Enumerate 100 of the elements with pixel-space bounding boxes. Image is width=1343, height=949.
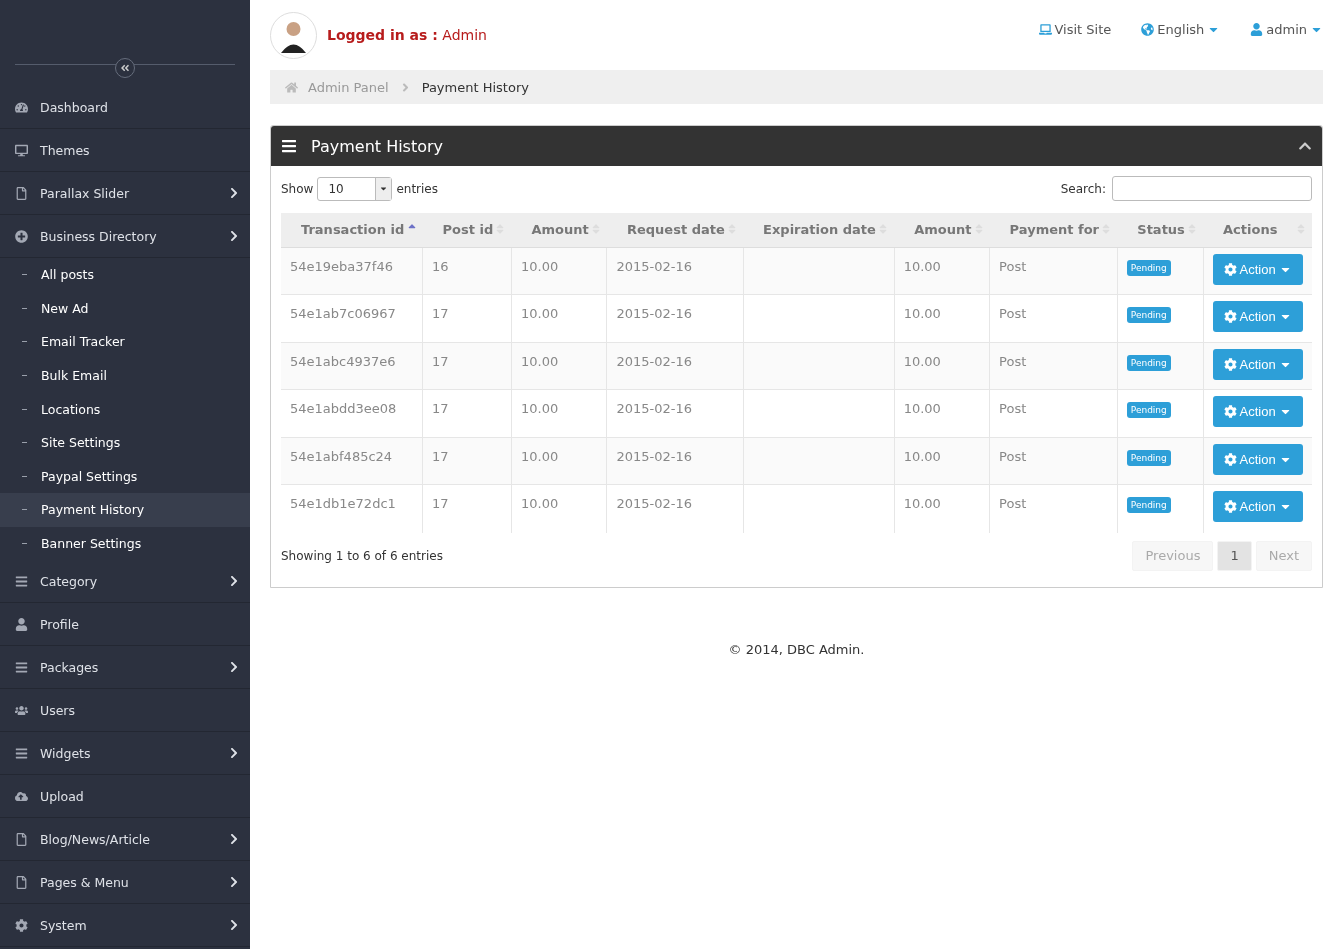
table-cell: 10.00 [511,389,607,438]
sidebar-item[interactable]: Profile [0,603,250,647]
column-header[interactable]: Actions [1203,213,1312,247]
sidebar-item[interactable]: Upload [0,775,250,819]
sidebar-item[interactable]: System [0,904,250,948]
table-cell: 2015-02-16 [606,437,744,485]
column-header[interactable]: Transaction id [281,213,423,247]
file-icon [15,186,28,200]
dash-icon [22,341,27,343]
show-label: Show [281,181,314,196]
dash-icon [22,442,27,444]
user-icon [15,617,28,631]
table-cell: 17 [422,484,512,533]
header-link[interactable]: Visit Site [1038,21,1112,37]
laptop-icon [1038,22,1052,36]
table-cell: 2015-02-16 [606,484,744,533]
sidebar-item[interactable]: Parallax Slider [0,172,250,215]
sidebar-item[interactable]: Widgets [0,732,250,776]
table-cell: 10.00 [511,294,607,343]
menu-icon [281,138,297,154]
status-badge: Pending [1126,354,1171,371]
users-icon [15,703,28,717]
settings-icon [1223,357,1237,371]
settings-icon [1223,405,1237,419]
table-cell: 17 [422,437,512,485]
table-cell: 10.00 [511,342,607,390]
submenu-item[interactable]: Site Settings [0,425,250,460]
sidebar-item[interactable]: Dashboard [0,86,250,129]
column-header[interactable]: Amount [511,213,607,247]
table-cell: 54e1ab7c06967 [281,294,423,343]
sidebar-item[interactable]: Blog/News/Article [0,818,250,862]
table-cell: 10.00 [511,484,607,533]
header-link[interactable]: admin [1250,21,1323,37]
menu-icon [15,660,28,674]
cloud-upload-icon [15,789,28,803]
submenu-item[interactable]: New Ad [0,291,250,326]
double-chevron-left-icon [120,63,130,73]
panel-title: Payment History [311,136,445,156]
submenu-item[interactable]: Bulk Email [0,358,250,393]
settings-icon [1223,500,1237,514]
header-link[interactable]: English [1141,21,1221,37]
status-badge: Pending [1126,449,1171,466]
dash-icon [22,274,27,276]
breadcrumb-item: Payment History [421,79,529,95]
table-cell: 2015-02-16 [606,389,744,438]
submenu-item[interactable]: Email Tracker [0,325,250,359]
status-badge: Pending [1126,259,1171,276]
table-cell: 10.00 [894,389,990,438]
sidebar-item[interactable]: Themes [0,129,250,172]
sidebar-item[interactable]: Business Directory [0,215,250,258]
table-cell: 2015-02-16 [606,294,744,343]
table-cell: 17 [422,294,512,343]
sidebar-item[interactable]: Category [0,560,250,604]
table-cell: Post [989,294,1118,343]
page-size-select[interactable]: 10 [317,176,393,201]
column-header[interactable]: Status [1117,213,1204,247]
column-header[interactable]: Expiration date [743,213,895,247]
user-icon [1250,22,1264,36]
table-cell: 10.00 [894,437,990,485]
search-field[interactable] [1112,176,1312,201]
sidebar-item[interactable]: Packages [0,646,250,690]
column-header[interactable]: Post id [422,213,512,247]
status-badge: Pending [1126,307,1171,324]
entries-label: entries [396,181,438,196]
file-icon [15,875,28,889]
dash-icon [22,509,27,511]
dash-icon [22,307,27,309]
login-status: Logged in as : Admin [327,27,487,43]
avatar [270,11,317,59]
menu-icon [15,574,28,588]
status-badge: Pending [1126,402,1171,419]
file-icon [15,832,28,846]
table-cell: 10.00 [894,484,990,533]
monitor-icon [15,143,28,157]
dash-icon [22,543,27,545]
table-cell: 2015-02-16 [606,342,744,390]
submenu-item[interactable]: Payment History [0,493,250,527]
footer-text: © 2014, DBC Admin. [727,641,866,657]
submenu-item[interactable]: Locations [0,392,250,426]
submenu-item[interactable]: All posts [0,258,250,292]
pagination-button[interactable]: 1 [1217,540,1252,571]
submenu-item[interactable]: Paypal Settings [0,459,250,494]
sidebar-item[interactable]: Pages & Menu [0,861,250,905]
column-header[interactable]: Request date [606,213,744,247]
settings-icon [15,918,28,932]
table-cell: 10.00 [894,247,990,295]
submenu-item[interactable]: Banner Settings [0,526,250,561]
table-info: Showing 1 to 6 of 6 entries [281,548,443,563]
sidebar-item[interactable]: Users [0,689,250,733]
column-header[interactable]: Payment for [989,213,1118,247]
menu-icon [15,746,28,760]
settings-icon [1223,310,1237,324]
table-cell: 2015-02-16 [606,247,744,295]
table-cell: 16 [422,247,512,295]
table-cell: 10.00 [511,437,607,485]
column-header[interactable]: Amount [894,213,990,247]
table-cell: 10.00 [894,342,990,390]
collapse-button[interactable] [115,58,135,78]
table-cell: Post [989,484,1118,533]
home-icon [285,80,298,94]
